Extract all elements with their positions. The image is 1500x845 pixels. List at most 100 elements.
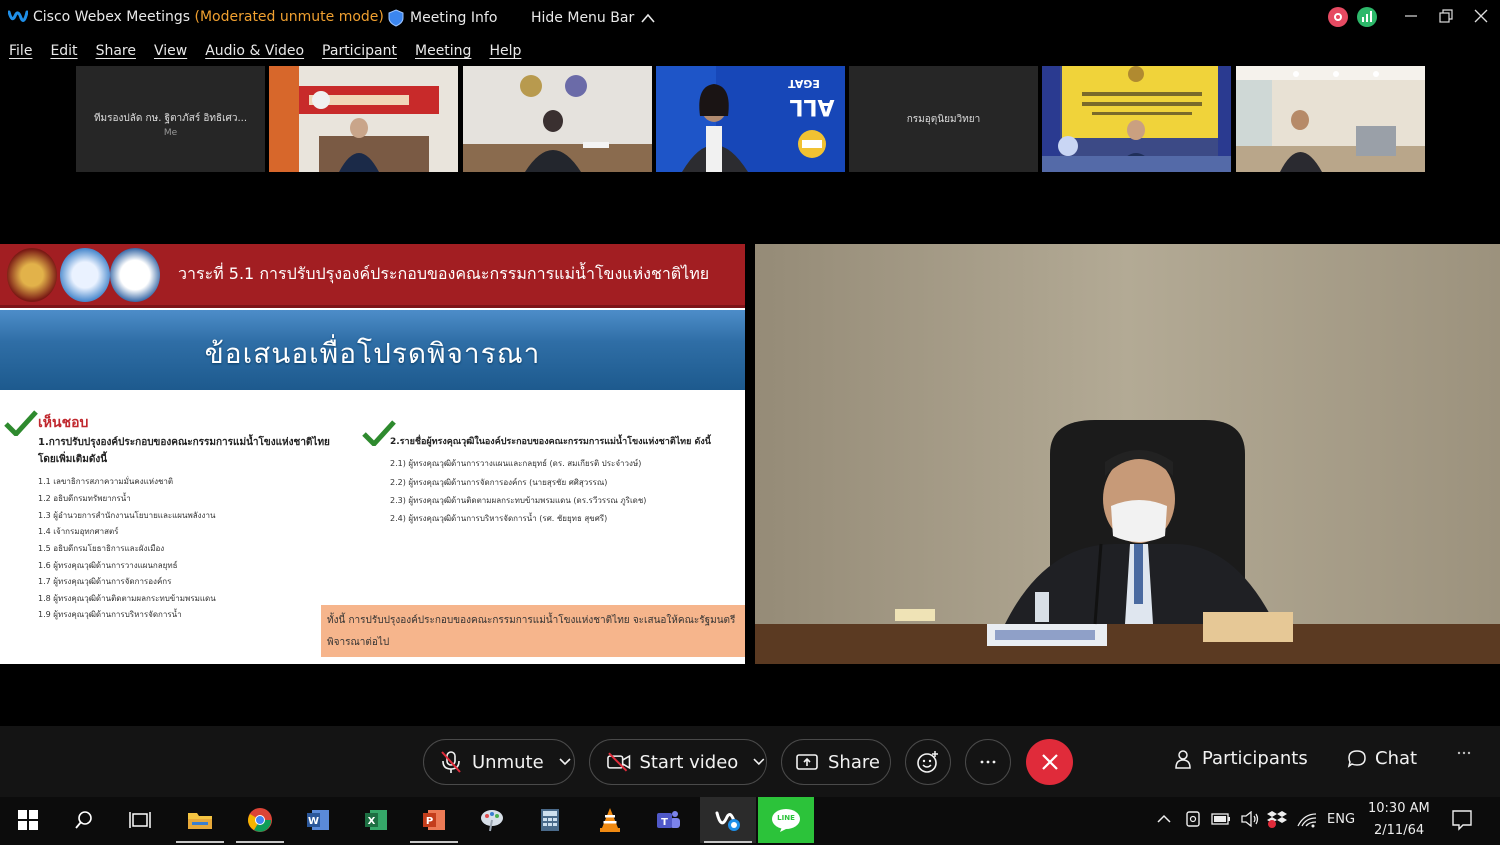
participant-video: EGAT ALL <box>656 66 845 172</box>
participant-video <box>269 66 458 172</box>
participant-thumbnail[interactable] <box>1042 66 1231 172</box>
participant-me-label: Me <box>163 128 178 138</box>
left-item: 1.8 ผู้ทรงคุณวุฒิด้านติดตามผลกระทบข้ามพร… <box>38 594 216 603</box>
svg-text:X: X <box>368 816 376 827</box>
meeting-info-button[interactable]: Meeting Info <box>388 6 497 30</box>
meet-now-icon[interactable] <box>1185 810 1201 828</box>
speaker-volume-icon[interactable] <box>1240 811 1260 827</box>
clock-time[interactable]: 10:30 AM <box>1368 801 1430 816</box>
participant-thumbnail[interactable] <box>269 66 458 172</box>
hide-menu-bar-button[interactable]: Hide Menu Bar <box>531 6 656 30</box>
left-item: 1.7 ผู้ทรงคุณวุฒิด้านการจัดการองค์กร <box>38 577 172 586</box>
minimize-icon <box>1405 15 1417 17</box>
right-item: 2.2) ผู้ทรงคุณวุฒิด้านการจัดการองค์กร (น… <box>390 478 608 487</box>
moderated-mode-label: (Moderated unmute mode) <box>194 9 384 25</box>
participant-thumbnail[interactable] <box>1236 66 1425 172</box>
minimize-button[interactable] <box>1398 5 1424 27</box>
share-button[interactable]: Share <box>781 739 891 785</box>
left-column-heading: 1.การปรับปรุงองค์ประกอบของคณะกรรมการแม่น… <box>38 437 330 465</box>
unmute-label: Unmute <box>472 751 544 773</box>
teams-button[interactable]: T <box>640 797 696 843</box>
menu-participant[interactable]: Participant <box>313 37 406 65</box>
clock-date[interactable]: 2/11/64 <box>1374 823 1424 838</box>
video-off-icon <box>607 752 631 772</box>
search-button[interactable] <box>56 797 112 843</box>
share-screen-icon <box>796 754 818 770</box>
chrome-button[interactable] <box>232 797 288 843</box>
slide-note-text: ทั้งนี้ การปรับปรุงองค์ประกอบของคณะกรรมก… <box>327 615 736 648</box>
menu-view[interactable]: View <box>145 37 196 65</box>
dropbox-icon[interactable] <box>1267 810 1287 828</box>
start-video-button[interactable]: Start video <box>589 739 767 785</box>
notification-center-icon[interactable] <box>1451 809 1473 831</box>
chevron-down-icon[interactable] <box>752 757 766 767</box>
participant-thumbnail[interactable]: ทีมรองปลัด กษ. ฐิตาภัสร์ อิทธิเศว... Me <box>76 66 265 172</box>
left-item: 1.2 อธิบดีกรมทรัพยากรน้ำ <box>38 494 131 503</box>
participant-name: กรมอุตุนิยมวิทยา <box>906 114 981 125</box>
menu-share[interactable]: Share <box>87 37 145 65</box>
svg-text:ALL: ALL <box>789 94 834 119</box>
restore-icon <box>1439 9 1453 23</box>
powerpoint-icon: P <box>423 810 445 830</box>
search-icon <box>75 811 92 829</box>
participants-button[interactable]: Participants <box>1174 748 1308 769</box>
task-view-button[interactable] <box>112 797 168 843</box>
word-icon: W <box>307 810 329 830</box>
excel-button[interactable]: X <box>348 797 404 843</box>
show-hidden-icons-chevron-icon[interactable] <box>1156 814 1172 824</box>
svg-text:T: T <box>661 817 668 828</box>
windows-start-icon <box>18 810 38 830</box>
calculator-button[interactable] <box>522 797 578 843</box>
wifi-icon[interactable] <box>1296 810 1318 828</box>
participant-thumbnail[interactable]: EGAT ALL <box>656 66 845 172</box>
close-button[interactable] <box>1468 5 1494 27</box>
menu-file[interactable]: File <box>0 37 41 65</box>
chevron-down-icon[interactable] <box>558 757 572 767</box>
input-language-indicator[interactable]: ENG <box>1327 812 1355 827</box>
left-item: 1.9 ผู้ทรงคุณวุฒิด้านการบริหารจัดการน้ำ <box>38 610 182 619</box>
chat-button[interactable]: Chat <box>1347 748 1417 769</box>
start-video-label: Start video <box>639 751 739 773</box>
reactions-button[interactable] <box>905 739 951 785</box>
right-item: 2.1) ผู้ทรงคุณวุฒิด้านการวางแผนและกลยุทธ… <box>390 459 642 468</box>
paint-button[interactable] <box>464 797 520 843</box>
webex-logo-icon <box>8 10 28 22</box>
approve-label: เห็นชอบ <box>38 415 89 431</box>
webex-taskbar-button[interactable] <box>700 797 756 843</box>
start-button[interactable] <box>0 797 56 843</box>
right-item: 2.4) ผู้ทรงคุณวุฒิด้านการบริหารจัดการน้ำ… <box>390 514 608 523</box>
line-button[interactable]: LINE <box>758 797 814 843</box>
more-options-button[interactable] <box>965 739 1011 785</box>
participants-label: Participants <box>1202 748 1308 769</box>
menu-help[interactable]: Help <box>480 37 530 65</box>
battery-icon[interactable] <box>1211 812 1231 826</box>
word-button[interactable]: W <box>290 797 346 843</box>
active-speaker-video[interactable] <box>755 244 1500 664</box>
menu-edit[interactable]: Edit <box>41 37 86 65</box>
file-explorer-button[interactable] <box>172 797 228 843</box>
chat-label: Chat <box>1375 748 1418 769</box>
network-stats-icon[interactable] <box>1357 7 1377 27</box>
svg-text:EGAT: EGAT <box>788 77 820 90</box>
vlc-button[interactable] <box>582 797 638 843</box>
participant-video <box>1042 66 1231 172</box>
checkmark-icon <box>4 410 38 436</box>
leave-meeting-button[interactable] <box>1026 739 1073 785</box>
app-name: Cisco Webex Meetings <box>33 9 191 25</box>
participant-thumbnail[interactable] <box>463 66 652 172</box>
participant-thumbnail[interactable]: กรมอุตุนิยมวิทยา <box>849 66 1038 172</box>
restore-button[interactable] <box>1433 5 1459 27</box>
menu-meeting[interactable]: Meeting <box>406 37 480 65</box>
windows-taskbar: W X P T LINE ENG 10:30 AM 2/11/64 <box>0 797 1500 845</box>
powerpoint-button[interactable]: P <box>406 797 462 843</box>
unmute-button[interactable]: Unmute <box>423 739 575 785</box>
panel-more-button[interactable] <box>1456 750 1472 756</box>
close-icon <box>1041 754 1058 770</box>
left-item: 1.4 เจ้ากรมอุทกศาสตร์ <box>38 527 119 536</box>
title-bar: Cisco Webex Meetings (Moderated unmute m… <box>0 0 1500 36</box>
menu-audio-video[interactable]: Audio & Video <box>196 37 313 65</box>
participant-name: ทีมรองปลัด กษ. ฐิตาภัสร์ อิทธิเศว... <box>93 113 248 124</box>
right-column-heading: 2.รายชื่อผู้ทรงคุณวุฒิในองค์ประกอบของคณะ… <box>390 437 711 447</box>
microphone-muted-icon <box>441 751 461 773</box>
recording-icon[interactable] <box>1328 7 1348 27</box>
